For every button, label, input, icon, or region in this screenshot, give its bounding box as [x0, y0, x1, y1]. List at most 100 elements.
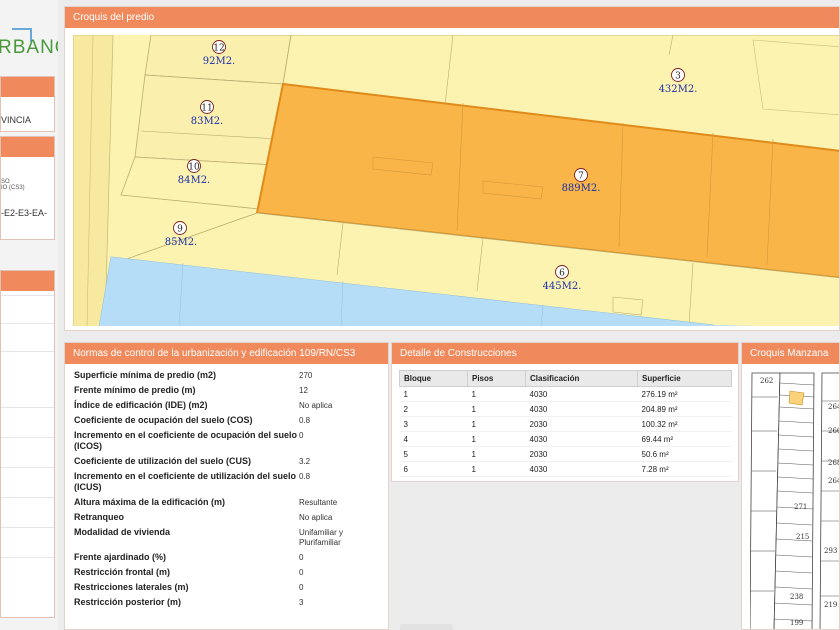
column-header[interactable]: Superficie	[637, 370, 732, 387]
normas-value: 270	[299, 371, 313, 380]
normas-label: Incremento en el coeficiente de utilizac…	[74, 471, 297, 492]
cell: 2030	[525, 416, 638, 432]
normas-label: Superficie mínima de predio (m2)	[74, 370, 217, 380]
normas-panel: Normas de control de la urbanización y e…	[64, 342, 389, 630]
lot-number: 9	[177, 225, 183, 235]
info-card-header	[1, 137, 54, 157]
table-row: 3 1 2030 100.32 m²	[399, 416, 732, 432]
list-item[interactable]	[1, 323, 54, 324]
cell: 1	[467, 386, 526, 402]
cell: 4030	[525, 386, 638, 402]
normas-label: Modalidad de vivienda	[74, 527, 171, 537]
normas-row: Frente ajardinado (%) 0	[74, 552, 374, 563]
cell: 5	[399, 446, 468, 462]
normas-title: Normas de control de la urbanización y e…	[65, 343, 388, 364]
list-item[interactable]	[1, 497, 54, 498]
lot-number: 3	[675, 72, 681, 82]
manzana-lot-label: 268	[828, 459, 839, 467]
cell: 1	[399, 386, 468, 402]
normas-table: Superficie mínima de predio (m2) 270 Fren…	[74, 370, 374, 612]
normas-value: No aplica	[299, 513, 333, 522]
normas-label: Restricción frontal (m)	[74, 567, 171, 577]
cell: 4030	[525, 401, 638, 417]
lot-number: 11	[201, 104, 212, 114]
detalle-title: Detalle de Construcciones	[392, 343, 738, 364]
list-item[interactable]	[1, 351, 54, 352]
cell: 276.19 m²	[637, 386, 732, 402]
normas-value: 0	[299, 431, 304, 440]
manzana-lot-label: 262	[760, 377, 773, 385]
info-card-header	[1, 271, 54, 291]
normas-label: Índice de edificación (IDE) (m2)	[74, 400, 208, 410]
normas-row: Incremento en el coeficiente de utilizac…	[74, 471, 374, 493]
list-item[interactable]	[1, 557, 54, 558]
manzana-lot-label: 238	[790, 593, 803, 601]
column-header[interactable]: Bloque	[399, 370, 468, 387]
normas-row: Frente mínimo de predio (m) 12	[74, 385, 374, 396]
normas-row: Incremento en el coeficiente de ocupació…	[74, 430, 374, 452]
normas-row: Índice de edificación (IDE) (m2) No aplic…	[74, 400, 374, 411]
normas-row: Retranqueo No aplica	[74, 512, 374, 523]
cell: 50.6 m²	[637, 446, 732, 462]
normas-label: Restricciones laterales (m)	[74, 582, 189, 592]
normas-label: Incremento en el coeficiente de ocupació…	[74, 430, 298, 451]
info-card-header	[1, 77, 54, 97]
normas-value: 0	[299, 583, 304, 592]
lot-area: 83M2.	[191, 116, 224, 127]
lot-area: 432M2.	[659, 84, 698, 95]
manzana-lot-label: 215	[796, 533, 809, 541]
cell: 6	[399, 461, 468, 477]
normas-row: Coeficiente de utilización del suelo (CU…	[74, 456, 374, 467]
normas-value: 3	[299, 598, 304, 607]
list-item[interactable]	[1, 407, 54, 408]
table-row: 4 1 4030 69.44 m²	[399, 431, 732, 447]
normas-row: Altura máxima de la edificación (m) Resul…	[74, 497, 374, 508]
normas-value: 0	[299, 553, 304, 562]
table-row: 5 1 2030 50.6 m²	[399, 446, 732, 462]
normas-value: 0.8	[299, 472, 311, 481]
detalle-table: Bloque Pisos Clasificación Superficie 11…	[399, 370, 732, 477]
lot-area: 92M2.	[203, 56, 236, 67]
normas-value: Resultante	[299, 498, 338, 507]
normas-label: Coeficiente de utilización del suelo (CU…	[74, 456, 252, 466]
cell: 4030	[525, 431, 638, 447]
croquis-predio-panel: Croquis del predio 12 92M2. 11 83M2. 10 …	[64, 6, 840, 331]
normas-label: Frente mínimo de predio (m)	[74, 385, 196, 395]
croquis-manzana-map[interactable]: 262 264 266 268 264 271 215 293 238 219 …	[750, 371, 839, 629]
info-card-municipio: VINCIA	[0, 76, 55, 132]
municipio-value: VINCIA	[1, 115, 32, 125]
info-card-zona: SO IO (CS3) -E2-E3-EA-	[0, 136, 55, 240]
list-item[interactable]	[1, 437, 54, 438]
logo: RBANO	[0, 28, 58, 68]
detalle-panel: Detalle de Construcciones Bloque Pisos C…	[391, 342, 739, 482]
list-item[interactable]	[1, 467, 54, 468]
croquis-predio-map[interactable]: 12 92M2. 11 83M2. 10 84M2. 9 85M2. 3 432…	[73, 35, 839, 326]
normas-row: Superficie mínima de predio (m2) 270	[74, 370, 374, 381]
lot-number: 10	[188, 163, 200, 173]
croquis-manzana-title: Croquis Manzana	[742, 343, 839, 364]
table-row: 2 1 4030 204.89 m²	[399, 401, 732, 417]
cell: 100.32 m²	[637, 416, 732, 432]
table-row: 1 1 4030 276.19 m²	[399, 386, 732, 402]
column-header[interactable]: Pisos	[467, 370, 526, 387]
list-item[interactable]	[1, 295, 54, 296]
cell: 4030	[525, 461, 638, 477]
normas-value: 0.8	[299, 416, 311, 425]
list-item[interactable]	[1, 527, 54, 528]
normas-label: Altura máxima de la edificación (m)	[74, 497, 226, 507]
zona-line-2: IO (CS3)	[1, 185, 25, 191]
cell: 2	[399, 401, 468, 417]
cell: 1	[467, 401, 526, 417]
column-header[interactable]: Clasificación	[525, 370, 638, 387]
normas-value: 3.2	[299, 457, 311, 466]
cell: 69.44 m²	[637, 431, 732, 447]
left-sidebar: RBANO VINCIA SO IO (CS3) -E2-E3-EA-	[0, 0, 58, 630]
manzana-lot-label: 271	[794, 503, 807, 511]
normas-value: 12	[299, 386, 308, 395]
normas-value: Unifamiliar y Plurifamiliar	[299, 528, 344, 547]
panel-tab-stub[interactable]	[400, 624, 453, 630]
lot-area: 85M2.	[165, 237, 198, 248]
croquis-predio-title: Croquis del predio	[65, 7, 839, 28]
cell: 1	[467, 431, 526, 447]
cell: 1	[467, 446, 526, 462]
